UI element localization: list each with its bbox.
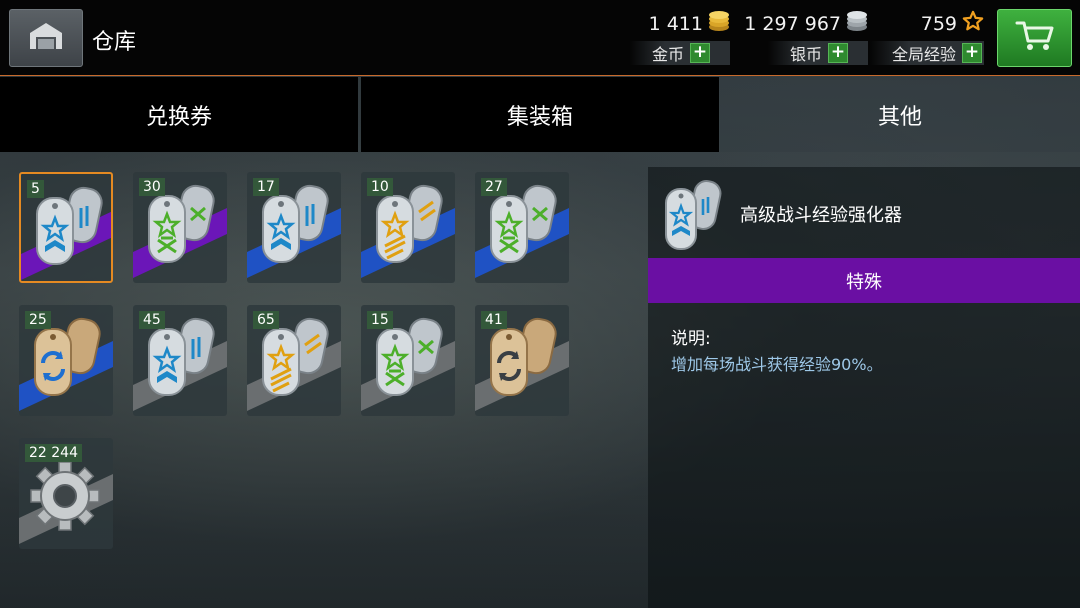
rarity-label: 特殊 [846, 271, 882, 293]
rarity-badge: 特殊 [648, 258, 1080, 303]
inventory-item[interactable]: 25 [19, 305, 113, 416]
inventory-item[interactable]: 30 [133, 172, 227, 283]
item-count: 41 [481, 311, 507, 329]
item-count: 25 [25, 311, 51, 329]
item-title: 高级战斗经验强化器 [740, 205, 902, 226]
tab-label: 兑换券 [145, 104, 212, 130]
xp-label: 全局经验 [892, 45, 957, 64]
inventory-item[interactable]: 22 244 [19, 438, 113, 549]
garage-icon [28, 21, 64, 55]
buy-silver-button[interactable]: + [828, 43, 849, 63]
inventory-item[interactable]: 15 [361, 305, 455, 416]
tab-bar: 兑换券 集装箱 其他 [0, 77, 1080, 152]
top-bar: 仓库 1 411 金币 + 1 297 967 银币 + 759 全局经验 + [0, 0, 1080, 76]
item-count: 45 [139, 311, 165, 329]
inventory-item[interactable]: 65 [247, 305, 341, 416]
gold-coins-icon [708, 10, 730, 37]
buy-gold-button[interactable]: + [690, 43, 711, 63]
page-title: 仓库 [92, 30, 137, 55]
description-text: 增加每场战斗获得经验90%。 [671, 355, 883, 374]
tab-vouchers[interactable]: 兑换券 [0, 77, 358, 152]
gold-label: 金币 [652, 45, 685, 64]
item-count: 22 244 [25, 444, 82, 462]
item-count: 30 [139, 178, 165, 196]
inventory-item[interactable]: 41 [475, 305, 569, 416]
inventory-item[interactable]: 27 [475, 172, 569, 283]
star-icon [962, 10, 984, 37]
silver-label: 银币 [790, 45, 823, 64]
item-count: 15 [367, 311, 393, 329]
tab-label: 集装箱 [506, 104, 573, 130]
item-count: 10 [367, 178, 393, 196]
item-count: 5 [27, 180, 44, 198]
silver-currency: 1 297 967 银币 + [740, 8, 868, 68]
inventory-item[interactable]: 45 [133, 305, 227, 416]
inventory-item[interactable]: 10 [361, 172, 455, 283]
description-label: 说明: [671, 329, 711, 349]
gold-amount: 1 411 [648, 12, 703, 35]
blue-star-dogtag-icon [665, 180, 722, 250]
inventory-item[interactable]: 17 [247, 172, 341, 283]
inventory-grid: 5 30 17 10 27 25 45 65 15 41 22 244 [0, 152, 648, 608]
gold-currency: 1 411 金币 + [630, 8, 730, 68]
xp-currency: 759 全局经验 + [870, 8, 984, 68]
inventory-item[interactable]: 5 [19, 172, 113, 283]
silver-amount: 1 297 967 [744, 12, 841, 35]
xp-amount: 759 [920, 12, 957, 35]
silver-coins-icon [846, 10, 868, 37]
item-detail-panel: 高级战斗经验强化器 特殊 说明: 增加每场战斗获得经验90%。 [648, 167, 1080, 608]
home-button[interactable] [9, 9, 83, 67]
item-count: 17 [253, 178, 279, 196]
tab-other[interactable]: 其他 [720, 77, 1080, 152]
shop-button[interactable] [997, 9, 1072, 67]
item-count: 27 [481, 178, 507, 196]
tab-label: 其他 [877, 104, 922, 130]
convert-xp-button[interactable]: + [962, 43, 983, 63]
cart-icon [1015, 19, 1055, 57]
tab-containers[interactable]: 集装箱 [361, 77, 719, 152]
item-count: 65 [253, 311, 279, 329]
